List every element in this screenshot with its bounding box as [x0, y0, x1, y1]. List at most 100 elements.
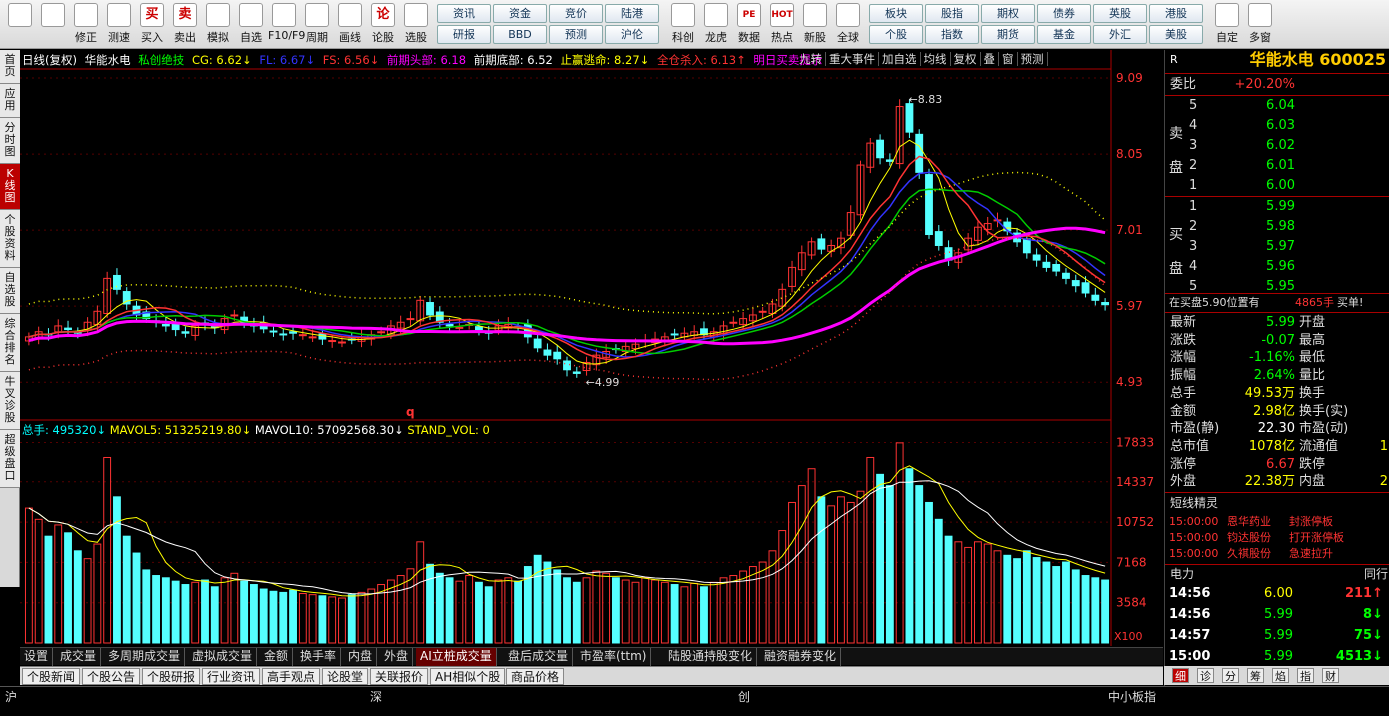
left-tab-1[interactable]: 应用 [0, 84, 20, 118]
toolbar-market-股指[interactable]: 股指 [925, 4, 979, 23]
status-zxb[interactable]: 中小板指 [1108, 688, 1156, 705]
toolbar-market-个股[interactable]: 个股 [869, 25, 923, 44]
indicator-tab-4[interactable]: 金额 [260, 648, 294, 666]
toolbar-market-港股[interactable]: 港股 [1149, 4, 1203, 23]
news-tab-0[interactable]: 个股新闻 [22, 668, 81, 685]
toolbar-market-期权[interactable]: 期权 [981, 4, 1035, 23]
kline-chart-panel[interactable]: 9.09 8.05 7.01 5.97 4.93 17833 14337 10752 7168 3… [20, 50, 1163, 646]
left-tab-8[interactable]: 超级盘口 [0, 430, 20, 488]
left-tab-2[interactable]: 分时图 [0, 118, 20, 164]
chart-tool-叠[interactable]: 叠 [980, 52, 999, 66]
indicator-tab-0[interactable]: 设置 [20, 648, 54, 666]
toolbar-market-指数[interactable]: 指数 [925, 25, 979, 44]
hot-button[interactable]: HOT 热点 [766, 3, 798, 47]
chart-tool-窗[interactable]: 窗 [999, 52, 1018, 66]
toolbar-market-外汇[interactable]: 外汇 [1093, 25, 1147, 44]
status-sh[interactable]: 沪 [5, 688, 17, 705]
clock-button[interactable]: 测速 [103, 3, 135, 47]
kline-chart-svg[interactable]: 9.09 8.05 7.01 5.97 4.93 17833 14337 10752 7168 3… [20, 50, 1163, 646]
toolbar-link-竞价[interactable]: 竞价 [549, 4, 603, 23]
dragon-tiger-button[interactable]: 龙虎 [700, 3, 732, 47]
short-item-2[interactable]: 15:00:00 久祺股份 急速拉升 [1165, 545, 1389, 563]
sell-button[interactable]: 卖卖出 [169, 3, 201, 47]
toolbar-link-BBD[interactable]: BBD [493, 25, 547, 44]
up-arrow-button[interactable]: 修正 [70, 3, 102, 47]
cycle-button[interactable]: 周期 [301, 3, 333, 47]
news-tab-7[interactable]: AH相似个股 [430, 668, 506, 685]
left-tab-3[interactable]: K线图 [0, 164, 20, 210]
news-tab-2[interactable]: 个股研报 [142, 668, 201, 685]
toolbar-market-基金[interactable]: 基金 [1037, 25, 1091, 44]
toolbar-link-资金[interactable]: 资金 [493, 4, 547, 23]
back-arrow-button[interactable] [37, 3, 69, 47]
indicator-tab-8[interactable]: AI立桩成交量 [416, 648, 497, 666]
quote-tab-4[interactable]: 焰 [1272, 668, 1289, 683]
status-sz[interactable]: 深 [370, 688, 382, 705]
pe-button[interactable]: PE 数据 [733, 3, 765, 47]
indicator-tab-5[interactable]: 换手率 [296, 648, 342, 666]
multi-window-button[interactable]: 多窗 [1244, 3, 1276, 47]
news-tab-6[interactable]: 关联报价 [370, 668, 429, 685]
ipo-button[interactable]: 新股 [799, 3, 831, 47]
indicator-tab-11[interactable]: 陆股通持股变化 [664, 648, 758, 666]
chart-tool-重大事件[interactable]: 重大事件 [826, 52, 879, 66]
indicator-tab-12[interactable]: 融资融券变化 [760, 648, 842, 666]
toolbar-market-英股[interactable]: 英股 [1093, 4, 1147, 23]
pencil-button[interactable]: 画线 [334, 3, 366, 47]
quote-tab-3[interactable]: 筹 [1247, 668, 1264, 683]
chart-tool-预测[interactable]: 预测 [1017, 52, 1048, 66]
chart-tool-均线[interactable]: 均线 [920, 52, 951, 66]
hammer-button[interactable]: 模拟 [202, 3, 234, 47]
indicator-tab-3[interactable]: 虚拟成交量 [188, 648, 258, 666]
toolbar-link-沪伦[interactable]: 沪伦 [605, 25, 659, 44]
status-cy[interactable]: 创 [738, 688, 750, 705]
toolbar-market-美股[interactable]: 美股 [1149, 25, 1203, 44]
toolbar-market-板块[interactable]: 板块 [869, 4, 923, 23]
globe-button[interactable]: 全球 [832, 3, 864, 47]
indicator-tab-7[interactable]: 外盘 [380, 648, 414, 666]
star-button[interactable]: 自选 [235, 3, 267, 47]
left-tab-4[interactable]: 个股资料 [0, 210, 20, 268]
news-tab-3[interactable]: 行业资讯 [202, 668, 261, 685]
sell-book-level-3[interactable]: 3 6.02 [1165, 137, 1389, 155]
indicator-tab-10[interactable]: 市盈率(ttm) [576, 648, 652, 666]
left-tab-7[interactable]: 牛叉诊股 [0, 372, 20, 430]
sell-book-level-2[interactable]: 2 6.01 [1165, 157, 1389, 175]
indicator-name[interactable]: 私创绝技 [138, 53, 184, 67]
toolbar-link-研报[interactable]: 研报 [437, 25, 491, 44]
news-tab-1[interactable]: 个股公告 [82, 668, 141, 685]
select-stock-button[interactable]: 选股 [400, 3, 432, 47]
buy-book-level-4[interactable]: 4 5.96 [1165, 258, 1389, 276]
left-tab-6[interactable]: 综合排名 [0, 314, 20, 372]
toolbar-link-资讯[interactable]: 资讯 [437, 4, 491, 23]
sell-book-level-5[interactable]: 5 6.04 [1165, 97, 1389, 115]
buy-book-level-1[interactable]: 1 5.99 [1165, 198, 1389, 216]
star-market-button[interactable]: 科创 [667, 3, 699, 47]
chart-tool-九转[interactable]: 九转 [796, 52, 826, 66]
f10-button[interactable]: F10/F9 [268, 3, 305, 47]
custom-button[interactable]: 自定 [1211, 3, 1243, 47]
toolbar-market-债券[interactable]: 债券 [1037, 4, 1091, 23]
quote-tab-1[interactable]: 诊 [1197, 668, 1214, 683]
indicator-tab-9[interactable]: 盘后成交量 [504, 648, 574, 666]
grid-button[interactable] [4, 3, 36, 47]
quote-tab-2[interactable]: 分 [1222, 668, 1239, 683]
buy-book-level-2[interactable]: 2 5.98 [1165, 218, 1389, 236]
quote-tab-6[interactable]: 财 [1322, 668, 1339, 683]
left-tab-5[interactable]: 自选股 [0, 268, 20, 314]
toolbar-market-期货[interactable]: 期货 [981, 25, 1035, 44]
news-tab-5[interactable]: 论股堂 [322, 668, 369, 685]
buy-book-level-3[interactable]: 3 5.97 [1165, 238, 1389, 256]
indicator-tab-6[interactable]: 内盘 [344, 648, 378, 666]
quote-tab-0[interactable]: 细 [1172, 668, 1189, 683]
indicator-tab-1[interactable]: 成交量 [56, 648, 102, 666]
discuss-button[interactable]: 论论股 [367, 3, 399, 47]
quote-tab-5[interactable]: 指 [1297, 668, 1314, 683]
sell-book-level-1[interactable]: 1 6.00 [1165, 177, 1389, 195]
toolbar-link-预测[interactable]: 预测 [549, 25, 603, 44]
short-title[interactable]: 短线精灵 [1170, 494, 1218, 512]
news-tab-8[interactable]: 商品价格 [506, 668, 565, 685]
news-tab-4[interactable]: 高手观点 [262, 668, 321, 685]
buy-button[interactable]: 买买入 [136, 3, 168, 47]
trade-header-peer[interactable]: 同行 [1364, 565, 1388, 583]
